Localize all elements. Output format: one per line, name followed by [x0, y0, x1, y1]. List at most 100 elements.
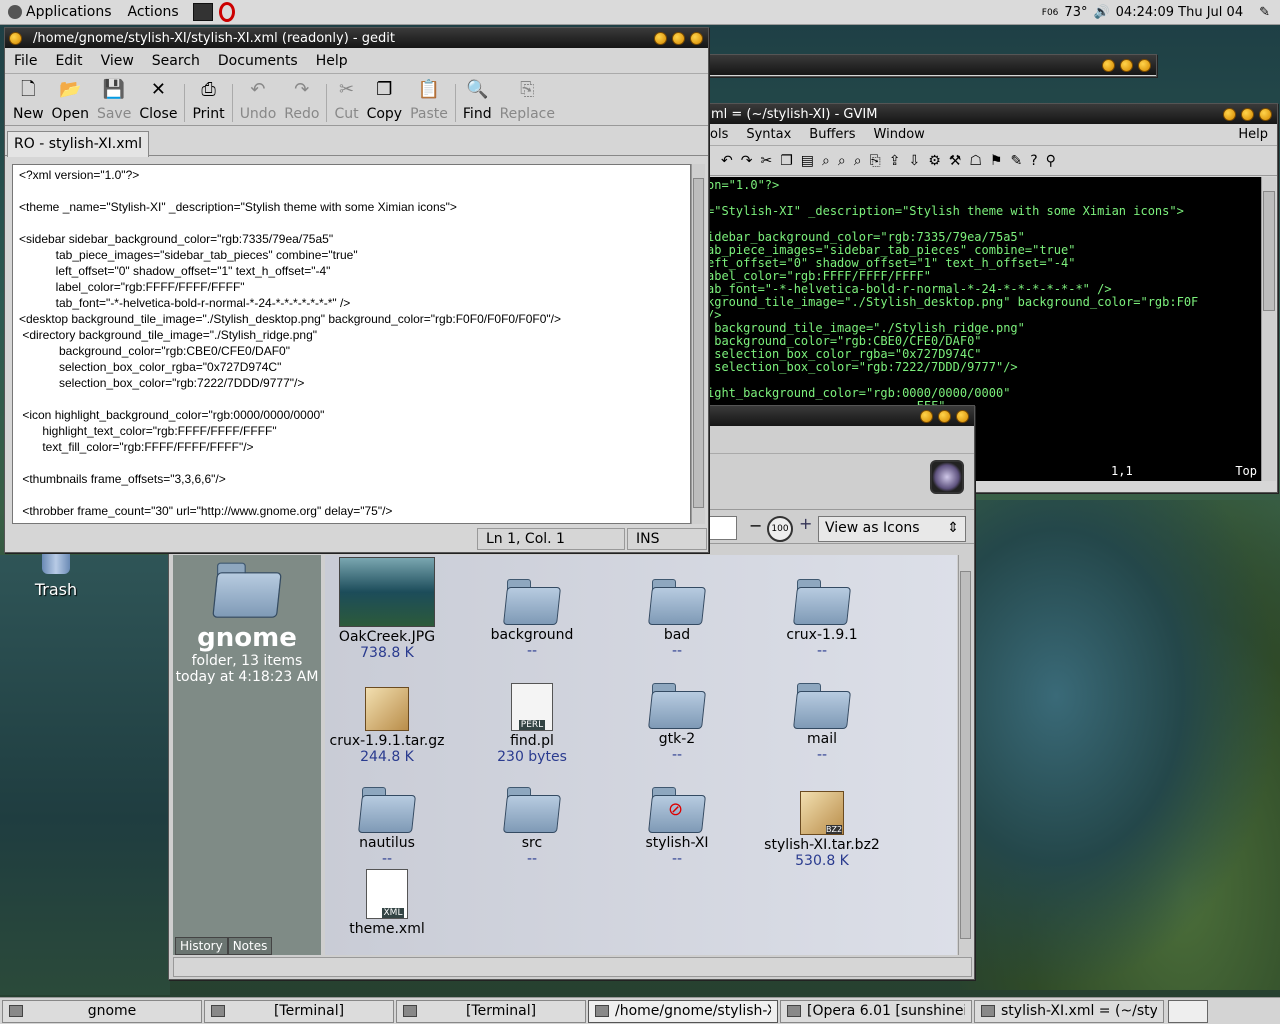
replace-icon[interactable]: ⎘	[870, 153, 881, 169]
zoom-level[interactable]: 100	[767, 516, 793, 542]
cut-button[interactable]: ✂ Cut	[330, 78, 362, 122]
menu-edit[interactable]: Edit	[46, 53, 91, 69]
copy-button[interactable]: ❐ Copy	[363, 78, 407, 122]
print-button[interactable]: ⎙ Print	[188, 78, 228, 122]
replace-button[interactable]: ⎘ Replace	[496, 78, 559, 122]
icon-view[interactable]: OakCreek.JPG 738.8 Kbackground -- bad -- crux…	[325, 555, 957, 955]
minimize-button[interactable]	[1102, 58, 1115, 72]
gvim-scroll-thumb[interactable]	[1263, 191, 1275, 311]
taskbar-button[interactable]: gnome	[2, 999, 202, 1023]
zoom-in-icon[interactable]: +	[799, 514, 812, 533]
redo-icon[interactable]: ↷	[741, 153, 753, 169]
icon-view-scrollbar[interactable]	[958, 555, 972, 955]
file-item[interactable]: XML theme.xml	[327, 869, 447, 937]
load-session-icon[interactable]: ⇪	[889, 153, 901, 169]
workspace-pager[interactable]	[1168, 999, 1208, 1023]
minimize-button[interactable]	[654, 31, 667, 45]
taskbar-button[interactable]: [Opera 6.01 [sunshineinat	[780, 999, 972, 1023]
paste-icon[interactable]: ▤	[801, 153, 814, 169]
menu-documents[interactable]: Documents	[209, 53, 307, 69]
actions-menu[interactable]: Actions	[120, 4, 187, 20]
taskbar-button[interactable]: stylish-XI.xml = (~/stylish-	[974, 999, 1164, 1023]
close-button[interactable]	[956, 409, 969, 423]
taskbar-button[interactable]: [Terminal]	[396, 999, 586, 1023]
find-icon[interactable]: ⌕	[822, 153, 830, 169]
shell-icon[interactable]: ☖	[969, 153, 982, 169]
menu-file[interactable]: File	[5, 53, 46, 69]
close-button[interactable]	[690, 31, 703, 45]
file-item[interactable]: nautilus --	[327, 765, 447, 867]
volume-icon[interactable]: 🔊	[1093, 5, 1109, 20]
new-button[interactable]: 🗋 New	[9, 78, 48, 122]
toolbar-separator	[454, 84, 456, 122]
file-item[interactable]: ⊘ stylish-XI --	[617, 765, 737, 867]
run-script-icon[interactable]: ⚙	[928, 153, 941, 169]
tab-history[interactable]: History	[175, 937, 228, 955]
taskbar-button[interactable]: /home/gnome/stylish-XI/st	[588, 999, 778, 1023]
tray-applet-icon[interactable]: ✎	[1259, 5, 1270, 20]
close-button[interactable]	[1138, 58, 1151, 72]
editor-scroll-thumb[interactable]	[693, 178, 704, 508]
menu-help[interactable]: Help	[307, 53, 357, 69]
find-button[interactable]: 🔍 Find	[459, 78, 496, 122]
open-button[interactable]: 📂 Open	[48, 78, 93, 122]
zoom-out-icon[interactable]: −	[749, 516, 762, 535]
undo-icon[interactable]: ↶	[721, 153, 733, 169]
copy-icon[interactable]: ❐	[780, 153, 793, 169]
gvim-menu-buffers[interactable]: Buffers	[800, 127, 864, 142]
taskbar-button[interactable]: [Terminal]	[204, 999, 394, 1023]
menu-view[interactable]: View	[92, 53, 143, 69]
file-item[interactable]: mail --	[762, 661, 882, 763]
applications-menu[interactable]: Applications	[0, 4, 120, 20]
document-tab[interactable]: RO - stylish-XI.xml	[7, 131, 150, 157]
gvim-titlebar[interactable]: ml = (~/stylish-XI) - GVIM	[701, 104, 1277, 124]
clock[interactable]: 04:24:09 Thu Jul 04	[1116, 5, 1243, 20]
view-as-select[interactable]: View as Icons ⇕	[818, 516, 966, 542]
find-help-icon[interactable]: ⚲	[1046, 153, 1056, 169]
paste-button[interactable]: 📋 Paste	[406, 78, 452, 122]
gedit-window-menu-icon[interactable]	[9, 31, 22, 45]
file-item[interactable]: bad --	[617, 557, 737, 659]
cut-icon[interactable]: ✂	[760, 153, 772, 169]
file-item[interactable]: src --	[472, 765, 592, 867]
file-item[interactable]: PERL find.pl 230 bytes	[472, 661, 592, 765]
file-item[interactable]: crux-1.9.1 --	[762, 557, 882, 659]
file-item[interactable]: background --	[472, 557, 592, 659]
editor-scrollbar[interactable]	[691, 164, 705, 524]
ctags-icon[interactable]: ⚑	[990, 153, 1003, 169]
icon-view-scroll-thumb[interactable]	[960, 571, 971, 939]
gvim-menu-syntax[interactable]: Syntax	[737, 127, 800, 142]
close-button[interactable]: ✕ Close	[135, 78, 181, 122]
tab-notes[interactable]: Notes	[227, 937, 273, 955]
make-icon[interactable]: ⚒	[949, 153, 962, 169]
maximize-button[interactable]	[672, 31, 685, 45]
opera-launcher-icon[interactable]	[218, 2, 235, 22]
minimize-button[interactable]	[1223, 107, 1236, 121]
find-next-icon[interactable]: ⌕	[838, 153, 846, 169]
redo-button[interactable]: ↷ Redo	[280, 78, 323, 122]
help-icon[interactable]: ?	[1030, 153, 1037, 169]
save-session-icon[interactable]: ⇩	[908, 153, 920, 169]
menu-search[interactable]: Search	[143, 53, 209, 69]
tag-jump-icon[interactable]: ✎	[1010, 153, 1022, 169]
gvim-menu-window[interactable]: Window	[865, 127, 934, 142]
file-item[interactable]: BZ2 stylish-XI.tar.bz2 530.8 K	[762, 765, 882, 869]
trash-desktop-icon[interactable]: Trash	[24, 550, 88, 599]
close-button[interactable]	[1259, 107, 1272, 121]
undo-button[interactable]: ↶ Undo	[236, 78, 281, 122]
maximize-button[interactable]	[938, 409, 951, 423]
gvim-menu-help[interactable]: Help	[1229, 127, 1277, 142]
maximize-button[interactable]	[1241, 107, 1254, 121]
file-item[interactable]: OakCreek.JPG 738.8 K	[327, 557, 447, 661]
file-name: stylish-XI	[645, 835, 709, 851]
find-prev-icon[interactable]: ⌕	[854, 153, 862, 169]
terminal-launcher-icon[interactable]	[192, 3, 213, 21]
maximize-button[interactable]	[1120, 58, 1133, 72]
minimize-button[interactable]	[920, 409, 933, 423]
text-editor[interactable]: <?xml version="1.0"?> <theme _name="Styl…	[12, 164, 691, 524]
gvim-scrollbar[interactable]	[1261, 177, 1276, 481]
file-item[interactable]: gtk-2 --	[617, 661, 737, 763]
file-item[interactable]: crux-1.9.1.tar.gz 244.8 K	[327, 661, 447, 765]
gedit-titlebar[interactable]: /home/gnome/stylish-XI/stylish-XI.xml (r…	[5, 28, 708, 48]
save-button[interactable]: 💾 Save	[93, 78, 135, 122]
